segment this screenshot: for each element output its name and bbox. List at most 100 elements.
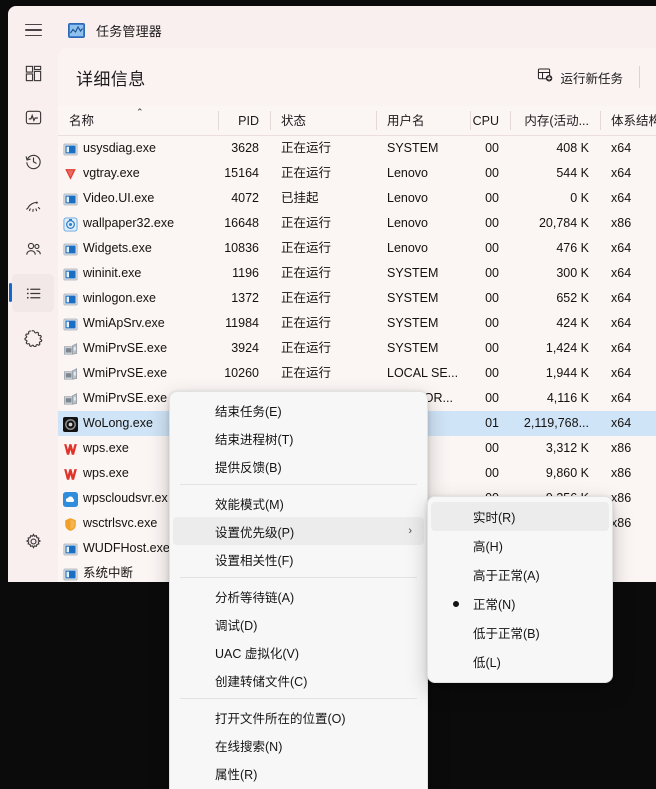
table-row[interactable]: usysdiag.exe 3628 正在运行 SYSTEM 00 408 K x64 bbox=[58, 136, 656, 161]
generic-app-icon bbox=[63, 241, 78, 256]
cell-cpu: 00 bbox=[485, 466, 499, 480]
grid-processes-icon bbox=[24, 64, 43, 83]
menu-separator bbox=[180, 484, 417, 485]
cell-status: 正在运行 bbox=[281, 216, 332, 230]
cell-arch: x86 bbox=[611, 441, 632, 455]
sidebar-item-details[interactable] bbox=[9, 274, 54, 312]
cell-arch: x86 bbox=[611, 466, 632, 480]
cell-arch: x64 bbox=[611, 266, 632, 280]
cell-pid: 10260 bbox=[224, 366, 259, 380]
menu-item-end-process-tree[interactable]: 结束进程树(T) bbox=[173, 424, 424, 452]
cell-pid: 4072 bbox=[231, 191, 259, 205]
cell-status: 正在运行 bbox=[281, 166, 332, 180]
menu-item-analyze-wait-chain[interactable]: 分析等待链(A) bbox=[173, 582, 424, 610]
table-row[interactable]: wininit.exe 1196 正在运行 SYSTEM 00 300 K x64 bbox=[58, 261, 656, 286]
submenu-item-priority-above-normal[interactable]: 高于正常(A) bbox=[431, 560, 609, 589]
menu-item-label: 效能模式(M) bbox=[215, 497, 284, 512]
wmi-service-icon bbox=[63, 366, 78, 381]
menu-item-provide-feedback[interactable]: 提供反馈(B) bbox=[173, 452, 424, 480]
table-row[interactable]: wallpaper32.exe 16648 正在运行 Lenovo 00 20,784 K… bbox=[58, 211, 656, 236]
priority-submenu[interactable]: 实时(R) 高(H) 高于正常(A) 正常(N) 低于正常(B) 低(L) bbox=[427, 496, 613, 683]
sidebar-item-app-history[interactable] bbox=[12, 142, 54, 180]
cell-process-name-label: WmiPrvSE.exe bbox=[83, 391, 168, 405]
column-header-cpu[interactable]: CPU bbox=[470, 106, 510, 136]
vgtray-icon bbox=[63, 166, 78, 181]
cell-cpu: 00 bbox=[485, 316, 499, 330]
cell-arch: x64 bbox=[611, 291, 632, 305]
cell-mem: 544 K bbox=[556, 166, 589, 180]
menu-item-label: 打开文件所在的位置(O) bbox=[215, 711, 346, 726]
table-row[interactable]: WmiPrvSE.exe 10260 正在运行 LOCAL SE... 00 1,944 … bbox=[58, 361, 656, 386]
table-row[interactable]: winlogon.exe 1372 正在运行 SYSTEM 00 652 K x64 bbox=[58, 286, 656, 311]
gear-settings-icon bbox=[24, 532, 43, 551]
menu-item-open-file-location[interactable]: 打开文件所在的位置(O) bbox=[173, 703, 424, 731]
submenu-item-priority-realtime[interactable]: 实时(R) bbox=[431, 502, 609, 531]
sidebar-item-settings[interactable] bbox=[12, 522, 54, 560]
submenu-item-priority-below-normal[interactable]: 低于正常(B) bbox=[431, 618, 609, 647]
cell-process-name-label: WmiApSrv.exe bbox=[83, 316, 165, 330]
cell-cpu: 00 bbox=[485, 366, 499, 380]
cell-status: 正在运行 bbox=[281, 316, 332, 330]
cell-pid: 11984 bbox=[225, 316, 259, 330]
hamburger-menu-icon[interactable] bbox=[12, 14, 54, 46]
cell-cpu: 00 bbox=[485, 341, 499, 355]
column-header-label-mem: 内存(活动... bbox=[524, 113, 589, 128]
menu-item-uac-virtualization[interactable]: UAC 虚拟化(V) bbox=[173, 638, 424, 666]
table-row[interactable]: Video.UI.exe 4072 已挂起 Lenovo 00 0 K x64 bbox=[58, 186, 656, 211]
cell-cpu: 00 bbox=[485, 291, 499, 305]
sidebar-item-startup-apps[interactable] bbox=[12, 186, 54, 224]
menu-separator bbox=[180, 577, 417, 578]
cell-status: 正在运行 bbox=[281, 141, 332, 155]
cell-process-name-label: wpscloudsvr.ex bbox=[83, 491, 168, 505]
process-context-menu[interactable]: 结束任务(E) 结束进程树(T) 提供反馈(B) 效能模式(M) 设置优先级(P) › 设置… bbox=[169, 391, 428, 789]
column-header-user[interactable]: 用户名 bbox=[376, 106, 470, 136]
submenu-item-priority-normal[interactable]: 正常(N) bbox=[431, 589, 609, 618]
cell-process-name: vgtray.exe bbox=[58, 161, 218, 186]
submenu-item-priority-high[interactable]: 高(H) bbox=[431, 531, 609, 560]
cell-mem: 3,312 K bbox=[545, 441, 589, 455]
table-row[interactable]: Widgets.exe 10836 正在运行 Lenovo 00 476 K x64 bbox=[58, 236, 656, 261]
menu-item-end-task[interactable]: 结束任务(E) bbox=[173, 396, 424, 424]
column-header-status[interactable]: 状态 bbox=[270, 106, 376, 136]
submenu-item-priority-low[interactable]: 低(L) bbox=[431, 647, 609, 676]
column-header-mem[interactable]: 内存(活动... bbox=[510, 106, 600, 136]
menu-item-search-online[interactable]: 在线搜索(N) bbox=[173, 731, 424, 759]
table-row[interactable]: WmiPrvSE.exe 3924 正在运行 SYSTEM 00 1,424 K x64 bbox=[58, 336, 656, 361]
column-header-arch[interactable]: 体系结构 bbox=[600, 106, 656, 136]
menu-item-label: 分析等待链(A) bbox=[215, 590, 295, 605]
menu-item-properties[interactable]: 属性(R) bbox=[173, 759, 424, 787]
run-new-task-button[interactable]: 运行新任务 bbox=[531, 62, 629, 92]
sidebar-item-performance[interactable] bbox=[12, 98, 54, 136]
cell-pid: 3924 bbox=[231, 341, 259, 355]
cell-cpu: 01 bbox=[485, 416, 499, 430]
cell-cpu: 00 bbox=[485, 216, 499, 230]
menu-item-set-affinity[interactable]: 设置相关性(F) bbox=[173, 545, 424, 573]
sidebar-item-users[interactable] bbox=[12, 230, 54, 268]
column-header-name[interactable]: 名称 ⌃ bbox=[58, 106, 218, 136]
cell-arch: x64 bbox=[611, 241, 632, 255]
task-manager-icon bbox=[68, 22, 85, 39]
menu-item-label: 在线搜索(N) bbox=[215, 739, 283, 754]
cell-pid: 15164 bbox=[224, 166, 259, 180]
column-header-label-pid: PID bbox=[238, 113, 259, 128]
cell-cpu: 00 bbox=[485, 141, 499, 155]
cell-process-name: WmiPrvSE.exe bbox=[58, 336, 218, 361]
wmi-service-icon bbox=[63, 341, 78, 356]
cell-arch: x64 bbox=[611, 141, 632, 155]
column-header-pid[interactable]: PID bbox=[218, 106, 270, 136]
shield-icon bbox=[63, 516, 78, 531]
cell-process-name: usysdiag.exe bbox=[58, 136, 218, 161]
more-options-icon[interactable] bbox=[650, 63, 656, 91]
cell-mem: 652 K bbox=[556, 291, 589, 305]
menu-separator bbox=[180, 698, 417, 699]
cell-mem: 1,944 K bbox=[545, 366, 589, 380]
menu-item-efficiency-mode[interactable]: 效能模式(M) bbox=[173, 489, 424, 517]
menu-item-debug[interactable]: 调试(D) bbox=[173, 610, 424, 638]
menu-item-set-priority[interactable]: 设置优先级(P) › bbox=[173, 517, 424, 545]
menu-item-create-dump-file[interactable]: 创建转储文件(C) bbox=[173, 666, 424, 694]
sidebar-item-services[interactable] bbox=[12, 318, 54, 356]
table-row[interactable]: vgtray.exe 15164 正在运行 Lenovo 00 544 K x64 bbox=[58, 161, 656, 186]
cell-cpu: 00 bbox=[485, 166, 499, 180]
sidebar-item-processes[interactable] bbox=[12, 54, 54, 92]
table-row[interactable]: WmiApSrv.exe 11984 正在运行 SYSTEM 00 424 K x64 bbox=[58, 311, 656, 336]
